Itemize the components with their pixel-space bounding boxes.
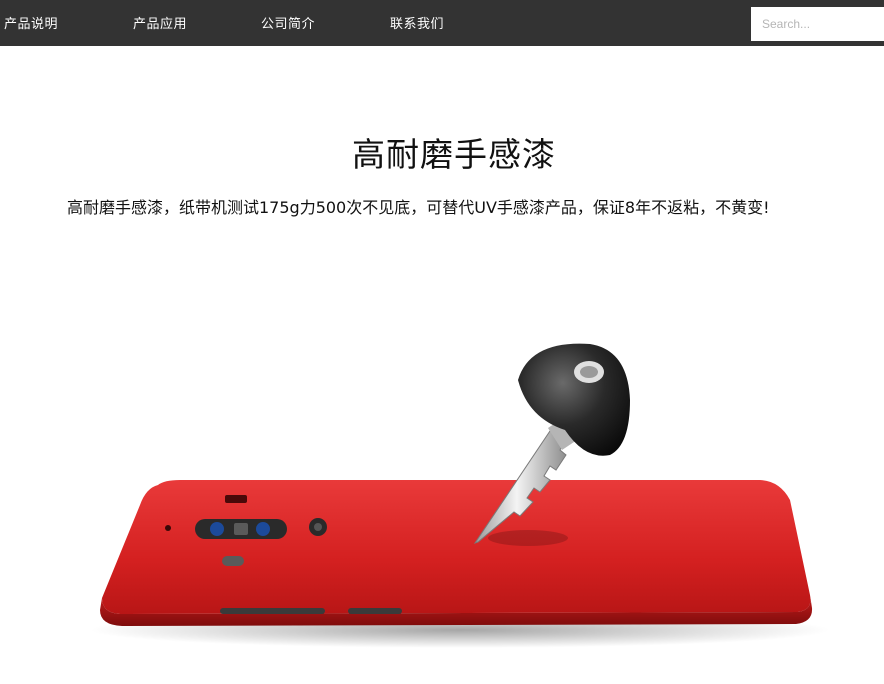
nav-item-contact-us[interactable]: 联系我们 bbox=[390, 13, 444, 32]
search-input[interactable] bbox=[751, 7, 884, 41]
nav-item-product-info[interactable]: 产品说明 bbox=[4, 13, 58, 32]
page-title: 高耐磨手感漆 bbox=[352, 135, 556, 174]
product-image bbox=[90, 343, 830, 648]
nav-item-company-profile[interactable]: 公司简介 bbox=[261, 13, 315, 32]
phone-case bbox=[100, 480, 813, 626]
nav-item-product-application[interactable]: 产品应用 bbox=[133, 13, 187, 32]
top-nav-bar: 产品说明 产品应用 公司简介 联系我们 bbox=[0, 0, 884, 46]
product-description: 高耐磨手感漆，纸带机测试175g力500次不见底，可替代UV手感漆产品，保证8年… bbox=[67, 198, 770, 217]
